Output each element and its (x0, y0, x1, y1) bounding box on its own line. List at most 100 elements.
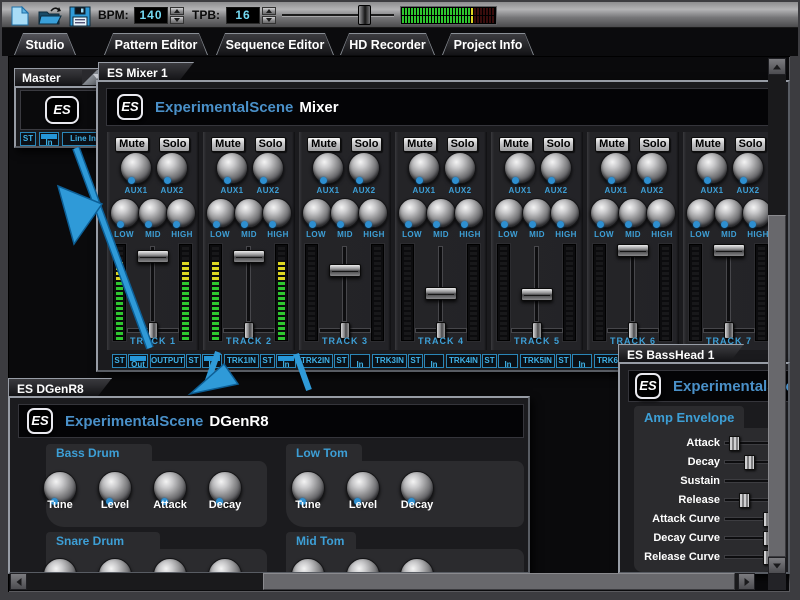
bpm-value[interactable]: 140 (134, 7, 168, 24)
mute-button[interactable]: Mute (595, 137, 629, 152)
aux2-knob[interactable] (348, 152, 380, 184)
eq-high-knob[interactable] (166, 198, 196, 228)
solo-button[interactable]: Solo (735, 137, 766, 152)
io-stereo-connector[interactable]: ST (408, 354, 423, 368)
envelope-slider-handle[interactable] (729, 436, 740, 451)
io-stereo-connector[interactable]: ST (260, 354, 275, 368)
io-port-connector[interactable]: In (350, 354, 370, 368)
aux2-knob[interactable] (540, 152, 572, 184)
scroll-up-button[interactable] (768, 58, 786, 75)
tab-hd-recorder[interactable]: HD Recorder (340, 33, 435, 55)
eq-low-knob[interactable] (398, 198, 428, 228)
bpm-spin-up-button[interactable] (170, 7, 184, 15)
io-name-connector[interactable]: TRK2IN (298, 354, 333, 368)
mixer-window[interactable]: ES ExperimentalScene Mixer MuteSoloAUX1A… (96, 80, 790, 372)
io-stereo-connector[interactable]: ST (334, 354, 349, 368)
mute-button[interactable]: Mute (403, 137, 437, 152)
aux2-knob[interactable] (156, 152, 188, 184)
tab-studio[interactable]: Studio (14, 33, 76, 55)
eq-low-knob[interactable] (302, 198, 332, 228)
io-name-connector[interactable]: OUTPUT (150, 354, 185, 368)
aux2-knob[interactable] (444, 152, 476, 184)
eq-low-knob[interactable] (206, 198, 236, 228)
io-stereo-connector[interactable]: ST (186, 354, 201, 368)
mixer-window-titlebar[interactable]: ES Mixer 1 (98, 62, 194, 80)
scroll-right-button[interactable] (738, 573, 755, 590)
eq-mid-knob[interactable] (234, 198, 264, 228)
mute-button[interactable]: Mute (499, 137, 533, 152)
eq-high-knob[interactable] (454, 198, 484, 228)
eq-mid-knob[interactable] (522, 198, 552, 228)
eq-low-knob[interactable] (590, 198, 620, 228)
solo-button[interactable]: Solo (543, 137, 574, 152)
dgenr8-window[interactable]: ES ExperimentalScene DGenR8 Bass DrumTun… (8, 396, 530, 574)
io-name-connector[interactable]: TRK3IN (372, 354, 407, 368)
fader-slot[interactable] (630, 246, 635, 322)
io-stereo-connector[interactable]: ST (482, 354, 497, 368)
fader-handle[interactable] (713, 244, 745, 257)
eq-high-knob[interactable] (646, 198, 676, 228)
io-name-connector[interactable]: TRK5IN (520, 354, 555, 368)
aux1-knob[interactable] (312, 152, 344, 184)
eq-high-knob[interactable] (358, 198, 388, 228)
envelope-slider-handle[interactable] (739, 493, 750, 508)
aux2-knob[interactable] (636, 152, 668, 184)
aux2-knob[interactable] (252, 152, 284, 184)
eq-high-knob[interactable] (550, 198, 580, 228)
fader-handle[interactable] (617, 244, 649, 257)
new-file-icon[interactable] (9, 6, 31, 26)
fader-handle[interactable] (329, 264, 361, 277)
eq-low-knob[interactable] (686, 198, 716, 228)
io-stereo-connector[interactable]: ST (112, 354, 127, 368)
eq-mid-knob[interactable] (618, 198, 648, 228)
eq-high-knob[interactable] (262, 198, 292, 228)
fader-slot[interactable] (342, 246, 347, 322)
save-file-icon[interactable] (68, 6, 92, 27)
solo-button[interactable]: Solo (447, 137, 478, 152)
tpb-spin-down-button[interactable] (262, 16, 276, 24)
fader-handle[interactable] (425, 287, 457, 300)
envelope-slider-handle[interactable] (744, 455, 755, 470)
fader-slot[interactable] (438, 246, 443, 322)
dgenr8-window-titlebar[interactable]: ES DGenR8 1 (8, 378, 112, 396)
open-file-icon[interactable] (37, 6, 63, 26)
io-name-connector[interactable]: TRK4IN (446, 354, 481, 368)
eq-low-knob[interactable] (494, 198, 524, 228)
aux1-knob[interactable] (696, 152, 728, 184)
fader-handle[interactable] (233, 250, 265, 263)
io-port-connector[interactable]: In (276, 354, 296, 368)
mute-button[interactable]: Mute (307, 137, 341, 152)
solo-button[interactable]: Solo (351, 137, 382, 152)
io-port-connector[interactable]: In (424, 354, 444, 368)
master-panel[interactable]: ES STInLine In (14, 86, 106, 148)
aux1-knob[interactable] (600, 152, 632, 184)
scroll-down-button[interactable] (768, 557, 786, 574)
master-panel-titlebar[interactable]: Master (14, 68, 106, 86)
aux1-knob[interactable] (504, 152, 536, 184)
master-connector-st[interactable]: ST (20, 132, 36, 146)
fader-slot[interactable] (726, 246, 731, 322)
master-connector-in[interactable]: In (39, 132, 59, 146)
io-port-connector[interactable]: In (498, 354, 518, 368)
mute-button[interactable]: Mute (691, 137, 725, 152)
horizontal-scrollbar-thumb[interactable] (263, 573, 735, 590)
fader-handle[interactable] (521, 288, 553, 301)
fader-handle[interactable] (137, 250, 169, 263)
mute-button[interactable]: Mute (115, 137, 149, 152)
eq-mid-knob[interactable] (714, 198, 744, 228)
master-volume-slider-track[interactable] (282, 14, 394, 17)
mute-button[interactable]: Mute (211, 137, 245, 152)
eq-low-knob[interactable] (110, 198, 140, 228)
fader-slot[interactable] (534, 246, 539, 322)
basshead-window[interactable]: ES ExperimentalScene Amp Envelope Attack… (618, 362, 790, 574)
io-port-connector[interactable]: In (572, 354, 592, 368)
aux1-knob[interactable] (408, 152, 440, 184)
solo-button[interactable]: Solo (255, 137, 286, 152)
tab-sequence-editor[interactable]: Sequence Editor (216, 33, 334, 55)
solo-button[interactable]: Solo (159, 137, 190, 152)
aux2-knob[interactable] (732, 152, 764, 184)
io-stereo-connector[interactable]: ST (556, 354, 571, 368)
eq-mid-knob[interactable] (426, 198, 456, 228)
io-port-connector[interactable]: In (202, 354, 222, 368)
io-name-connector[interactable]: TRK1IN (224, 354, 259, 368)
